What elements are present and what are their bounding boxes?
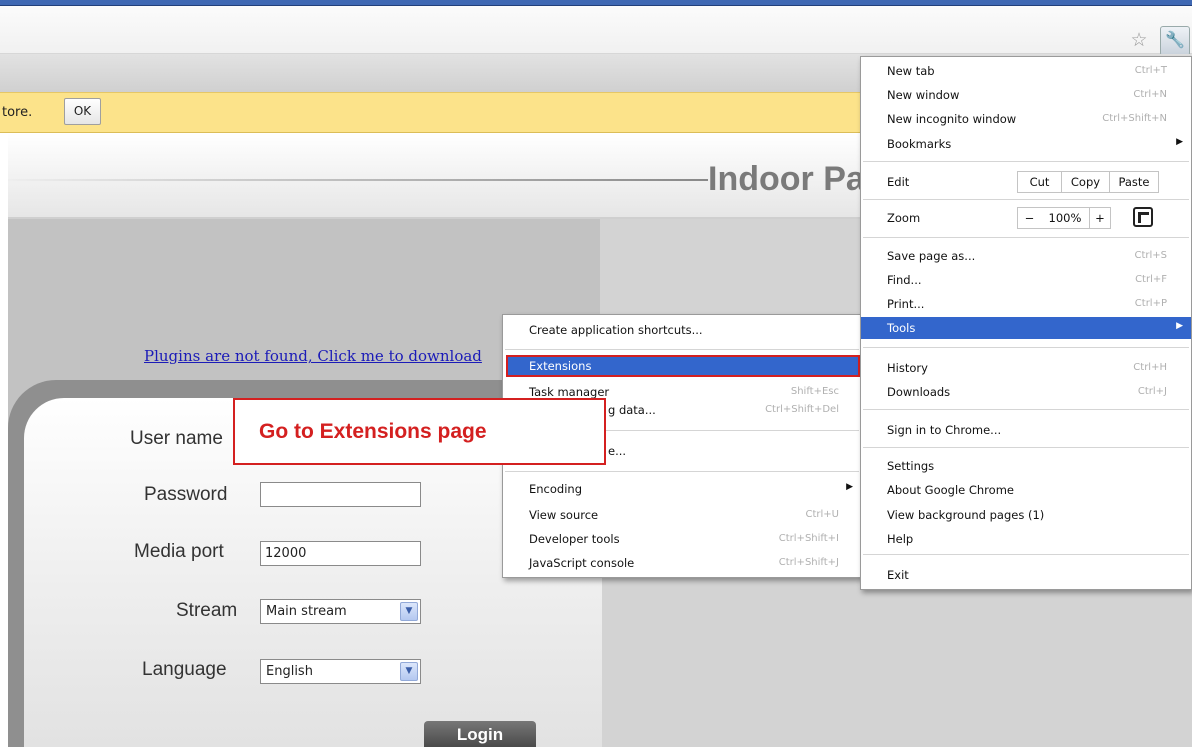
menu-item-sign-in[interactable]: Sign in to Chrome... [861,419,1191,441]
menu-item-new-tab[interactable]: New tab Ctrl+T [861,60,1191,82]
menu-item-view-source[interactable]: View source Ctrl+U [503,504,861,526]
language-label: Language [142,659,227,680]
submenu-arrow-icon: ▶ [1176,137,1183,147]
language-select[interactable]: English ▼ [260,659,421,684]
chrome-main-menu: New tab Ctrl+T New window Ctrl+N New inc… [860,56,1192,590]
language-select-value: English [266,664,313,679]
menu-item-zoom: Zoom − 100% + [861,207,1191,229]
menu-item-edit: Edit Cut Copy Paste [861,171,1191,193]
menu-item-developer-tools[interactable]: Developer tools Ctrl+Shift+I [503,528,861,550]
menu-item-exit[interactable]: Exit [861,564,1191,586]
menu-separator [863,447,1189,448]
chevron-down-icon[interactable]: ▼ [400,662,418,681]
menu-separator [863,554,1189,555]
menu-separator [505,471,859,472]
username-label: User name [130,428,223,449]
menu-item-encoding[interactable]: Encoding ▶ [503,478,861,500]
stream-select-value: Main stream [266,604,347,619]
media-port-label: Media port [134,541,224,562]
menu-separator [863,161,1189,162]
menu-item-history[interactable]: History Ctrl+H [861,357,1191,379]
password-label: Password [144,484,228,505]
star-icon[interactable]: ☆ [1128,30,1150,52]
menu-separator [863,409,1189,410]
copy-button[interactable]: Copy [1061,171,1109,193]
menu-separator [863,199,1189,200]
menu-item-background-pages[interactable]: View background pages (1) [861,504,1191,526]
media-port-field[interactable]: 12000 [260,541,421,566]
menu-item-about-chrome[interactable]: About Google Chrome [861,479,1191,501]
login-button[interactable]: Login [424,721,536,747]
stream-select[interactable]: Main stream ▼ [260,599,421,624]
menu-separator [863,347,1189,348]
wrench-icon[interactable]: 🔧 [1160,26,1190,56]
menu-item-tools[interactable]: Tools ▶ [861,317,1191,339]
password-field[interactable] [260,482,421,507]
menu-item-find[interactable]: Find... Ctrl+F [861,269,1191,291]
menu-item-extensions[interactable]: Extensions [506,355,860,377]
submenu-arrow-icon: ▶ [1176,321,1183,331]
menu-item-help[interactable]: Help [861,528,1191,550]
submenu-arrow-icon: ▶ [846,482,853,492]
zoom-in-button[interactable]: + [1089,207,1111,229]
header-divider-line [8,179,708,181]
menu-item-create-shortcuts[interactable]: Create application shortcuts... [503,319,861,341]
menu-item-new-incognito-window[interactable]: New incognito window Ctrl+Shift+N [861,108,1191,130]
menu-item-javascript-console[interactable]: JavaScript console Ctrl+Shift+J [503,552,861,574]
stream-label: Stream [176,600,238,621]
menu-item-new-window[interactable]: New window Ctrl+N [861,84,1191,106]
zoom-out-button[interactable]: − [1017,207,1041,229]
page-title: Indoor Pa [708,160,865,198]
info-bar-ok-button[interactable]: OK [64,98,101,125]
menu-separator [505,349,859,350]
menu-item-bookmarks[interactable]: Bookmarks ▶ [861,133,1191,155]
browser-window: ☆ 🔧 tore. OK Indoor Pa Plugins are not f… [0,0,1192,747]
menu-item-save-page[interactable]: Save page as... Ctrl+S [861,245,1191,267]
cut-button[interactable]: Cut [1017,171,1061,193]
menu-item-print[interactable]: Print... Ctrl+P [861,293,1191,315]
annotation-text: Go to Extensions page [259,420,487,443]
annotation-callout: Go to Extensions page [233,398,606,465]
plugin-download-link[interactable]: Plugins are not found, Click me to downl… [144,347,482,365]
menu-item-downloads[interactable]: Downloads Ctrl+J [861,381,1191,403]
zoom-level: 100% [1041,207,1089,229]
fullscreen-icon[interactable] [1133,207,1153,227]
menu-separator [863,237,1189,238]
info-bar-text: tore. [2,105,33,120]
menu-item-settings[interactable]: Settings [861,455,1191,477]
paste-button[interactable]: Paste [1109,171,1159,193]
chevron-down-icon[interactable]: ▼ [400,602,418,621]
browser-toolbar: ☆ 🔧 [0,6,1192,56]
